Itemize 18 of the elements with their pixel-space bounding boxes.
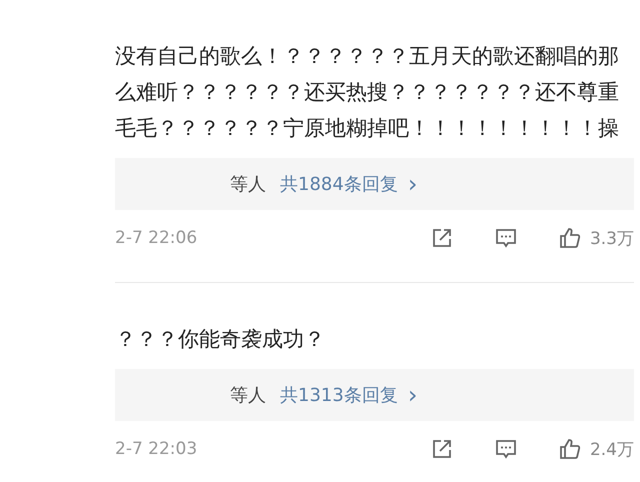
comment-time: 2-7 22:06 — [115, 228, 198, 248]
like-count: 3.3万 — [590, 228, 634, 250]
replies-panel[interactable]: 等人 共1884条回复 › — [115, 158, 634, 210]
replies-panel[interactable]: 等人 共1313条回复 › — [115, 369, 634, 421]
comment-time: 2-7 22:03 — [115, 439, 198, 459]
reply-names: 等人 — [230, 384, 266, 407]
chevron-icon[interactable]: › — [408, 381, 418, 409]
comment-icon[interactable] — [494, 437, 518, 461]
reply-count-link[interactable]: 共1313条回复 — [280, 383, 398, 407]
like-count: 2.4万 — [590, 438, 634, 460]
comment-icon[interactable] — [494, 226, 518, 250]
thumbs-up-icon[interactable] — [558, 226, 582, 250]
comment-text: ？？？你能奇袭成功？ — [115, 326, 326, 353]
comment-text: 没有自己的歌么！？？？？？？五月天的歌还翻唱的那么难听？？？？？？还买热搜？？？？？？？还不尊重毛毛？？？？？？宁原地糊掉吧！！！！！！！！！操 — [115, 43, 620, 142]
chevron-icon[interactable]: › — [408, 170, 418, 198]
reply-names: 等人 — [230, 173, 266, 196]
thumbs-up-icon[interactable] — [558, 437, 582, 461]
reply-count-link[interactable]: 共1884条回复 — [280, 172, 398, 196]
